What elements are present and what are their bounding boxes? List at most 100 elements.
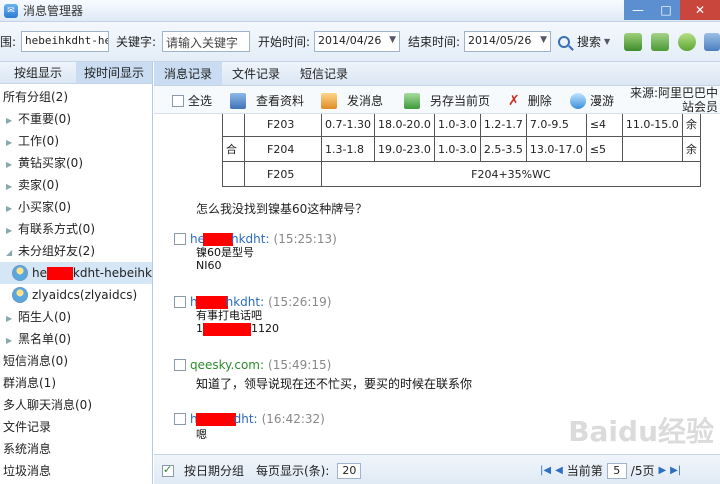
delete-button[interactable]: ✗ 删除 bbox=[508, 92, 552, 109]
range-field[interactable]: hebeihkdht-hel bbox=[21, 31, 109, 52]
message-time: (15:49:15) bbox=[268, 358, 332, 372]
tree-group-has-contact[interactable]: ▶ 有联系方式(0) bbox=[0, 218, 152, 240]
tree-group-small-buyers[interactable]: ▶ 小买家(0) bbox=[0, 196, 152, 218]
tree-group-unimportant[interactable]: ▶ 不重要(0) bbox=[0, 108, 152, 130]
tree-spam[interactable]: 垃圾消息 bbox=[0, 460, 152, 482]
tree-sms[interactable]: 短信消息(0) bbox=[0, 350, 152, 372]
tree-group-strangers[interactable]: ▶ 陌生人(0) bbox=[0, 306, 152, 328]
app-icon: ✉ bbox=[4, 3, 18, 18]
tab-sms-records[interactable]: 短信记录 bbox=[290, 62, 358, 85]
keyword-label: 关键字: bbox=[116, 35, 157, 49]
tab-file-records[interactable]: 文件记录 bbox=[222, 62, 290, 85]
search-button[interactable]: 搜索 ▼ bbox=[558, 31, 610, 52]
start-date-value: 2014/04/26 bbox=[318, 34, 382, 47]
message-checkbox[interactable] bbox=[174, 413, 186, 425]
search-label: 搜索 bbox=[577, 35, 602, 49]
redaction-bar bbox=[203, 322, 251, 336]
sender-name[interactable]: h hkdht: bbox=[190, 295, 264, 309]
roam-button[interactable]: 漫游 bbox=[570, 92, 614, 109]
table-cell bbox=[621, 136, 683, 162]
message-item: he hkdht: (15:25:13) 镍60是型号 NI60 bbox=[174, 232, 337, 272]
table-cell: 18.0-20.0 bbox=[373, 114, 435, 137]
save-page-button[interactable]: 另存当前页 bbox=[404, 92, 490, 109]
sender-name[interactable]: h dht: bbox=[190, 412, 258, 426]
message-checkbox[interactable] bbox=[174, 359, 186, 371]
send-message-button[interactable]: 发消息 bbox=[321, 92, 383, 109]
tree-group-label: 卖家(0) bbox=[18, 178, 59, 192]
source-info: 来源:阿里巴巴中 站会员 bbox=[630, 86, 718, 114]
next-page-icon[interactable]: ▶ bbox=[658, 465, 666, 476]
end-date-picker[interactable]: 2014/05/26 ▼ bbox=[464, 31, 551, 52]
maximize-button[interactable]: □ bbox=[652, 0, 680, 20]
select-all-checkbox[interactable]: 全选 bbox=[172, 92, 212, 109]
table-cell: 0.7-1.30 bbox=[321, 114, 375, 137]
message-checkbox[interactable] bbox=[174, 296, 186, 308]
sender-name[interactable]: qeesky.com: bbox=[190, 358, 264, 372]
tab-message-records[interactable]: 消息记录 bbox=[154, 62, 223, 85]
tab-time-view[interactable]: 按时间显示 bbox=[76, 62, 152, 83]
chevron-down-icon: ▼ bbox=[540, 35, 547, 45]
table-cell: F204 bbox=[244, 136, 322, 162]
tree-group-blacklist[interactable]: ▶ 黑名单(0) bbox=[0, 328, 152, 350]
search-icon bbox=[558, 35, 570, 48]
tree-group-label: 黑名单(0) bbox=[18, 332, 71, 346]
tree-group-work[interactable]: ▶ 工作(0) bbox=[0, 130, 152, 152]
chevron-right-icon: ▶ bbox=[6, 226, 13, 235]
chevron-right-icon: ▶ bbox=[6, 160, 13, 169]
table-cell: 7.0-9.5 bbox=[525, 114, 587, 137]
tree-group-label: 陌生人(0) bbox=[18, 310, 71, 324]
total-pages: /5页 bbox=[630, 464, 655, 478]
tree-group-ungrouped[interactable]: ◢ 未分组好友(2) bbox=[0, 240, 152, 262]
per-page-input[interactable]: 20 bbox=[337, 462, 362, 479]
redaction-bar bbox=[195, 413, 236, 426]
import-icon[interactable] bbox=[624, 33, 642, 51]
sender-name[interactable]: he hkdht: bbox=[190, 232, 270, 246]
tree-system-messages[interactable]: 系统消息 bbox=[0, 438, 152, 460]
tree-contact-hebeihkdht[interactable]: he kdht-hebeihk bbox=[0, 262, 152, 284]
tree-group-vip-buyers[interactable]: ▶ 黄钻买家(0) bbox=[0, 152, 152, 174]
left-panel: 按组显示 按时间显示 所有分组(2) ▶ 不重要(0) ▶ 工作(0) ▶ 黄钻买家(… bbox=[0, 62, 153, 484]
table-cell: ≤4 bbox=[585, 114, 623, 137]
filter-toolbar: 围: hebeihkdht-hel 关键字: 请输入关键字 开始时间: 2014… bbox=[0, 22, 720, 62]
current-page-input[interactable]: 5 bbox=[606, 462, 627, 479]
close-button[interactable]: ✕ bbox=[680, 0, 720, 20]
tree-group-sellers[interactable]: ▶ 卖家(0) bbox=[0, 174, 152, 196]
tab-group-view[interactable]: 按组显示 bbox=[0, 62, 76, 83]
prev-page-icon[interactable]: ◀ bbox=[555, 465, 563, 476]
source-line-2: 站会员 bbox=[681, 100, 718, 114]
current-page-label: 当前第 bbox=[566, 464, 603, 478]
start-date-picker[interactable]: 2014/04/26 ▼ bbox=[314, 31, 400, 52]
tree-group-label: 工作(0) bbox=[18, 134, 59, 148]
tree-file-records[interactable]: 文件记录 bbox=[0, 416, 152, 438]
message-list: F203 0.7-1.30 18.0-20.0 1.0-3.0 1.2-1.7 … bbox=[154, 114, 720, 454]
tree-contact-zlyaidcs[interactable]: zlyaidcs(zlyaidcs) bbox=[0, 284, 152, 306]
redaction-bar bbox=[47, 266, 73, 280]
export-icon[interactable] bbox=[651, 33, 669, 51]
tree-all-groups[interactable]: 所有分组(2) bbox=[0, 86, 152, 108]
checkbox[interactable] bbox=[162, 463, 174, 477]
view-profile-button[interactable]: 查看资料 bbox=[230, 92, 304, 109]
pagination: |◀ ◀ 当前第 5 /5页 ▶ ▶| bbox=[540, 462, 681, 479]
refresh-icon[interactable] bbox=[678, 33, 696, 51]
keyword-input[interactable]: 请输入关键字 bbox=[162, 31, 250, 52]
last-page-icon[interactable]: ▶| bbox=[670, 465, 681, 476]
message-item: qeesky.com: (15:49:15) 知道了，领导说现在还不忙买，要买的… bbox=[174, 358, 472, 391]
message-header: he hkdht: (15:25:13) bbox=[174, 232, 337, 246]
message-line: 知道了，领导说现在还不忙买，要买的时候在联系你 bbox=[196, 377, 473, 391]
chevron-down-icon: ▼ bbox=[389, 35, 396, 45]
tree-multi-chat[interactable]: 多人聊天消息(0) bbox=[0, 394, 152, 416]
group-by-date-toggle[interactable]: 按日期分组 bbox=[162, 462, 244, 479]
settings-icon[interactable] bbox=[704, 33, 720, 51]
message-header: h dht: (16:42:32) bbox=[174, 412, 325, 426]
bottom-bar: 按日期分组 每页显示(条): 20 |◀ ◀ 当前第 5 /5页 ▶ ▶| bbox=[154, 454, 720, 484]
table-cell: 1.0-3.0 bbox=[433, 114, 481, 137]
checkbox[interactable] bbox=[172, 94, 184, 107]
tree-group-messages[interactable]: 群消息(1) bbox=[0, 372, 152, 394]
chevron-right-icon: ▶ bbox=[6, 314, 13, 323]
source-line-1: 来源:阿里巴巴中 bbox=[629, 86, 718, 100]
message-checkbox[interactable] bbox=[174, 233, 186, 245]
message-time: (15:25:13) bbox=[273, 232, 337, 246]
first-page-icon[interactable]: |◀ bbox=[540, 465, 551, 476]
save-icon bbox=[404, 92, 420, 109]
minimize-button[interactable]: — bbox=[624, 0, 652, 20]
